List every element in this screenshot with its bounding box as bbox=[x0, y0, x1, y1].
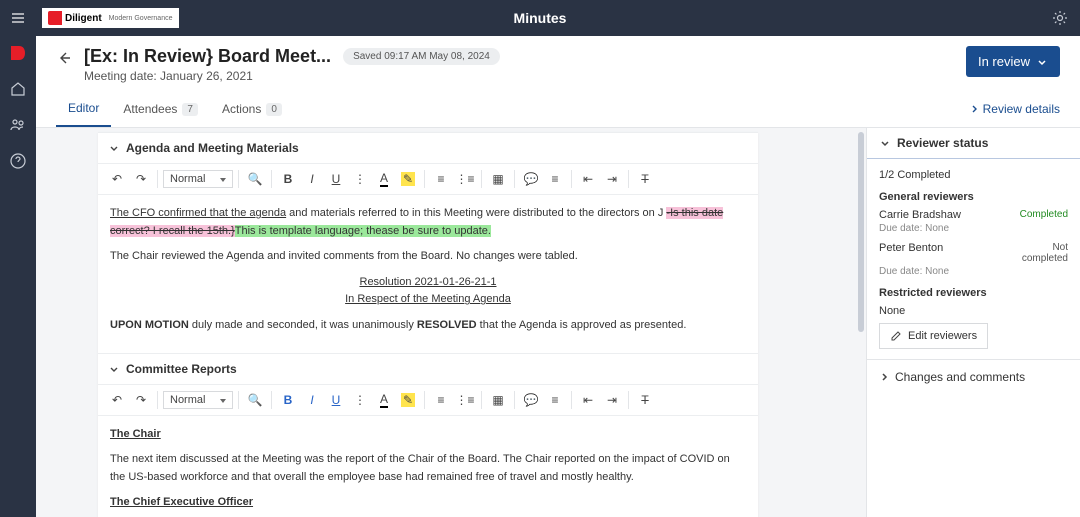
indent-button[interactable]: ⇥ bbox=[601, 168, 623, 190]
chevron-down-icon bbox=[108, 142, 120, 154]
settings-button[interactable] bbox=[1052, 10, 1068, 26]
bold-button[interactable]: B bbox=[277, 168, 299, 190]
redo-button[interactable]: ↷ bbox=[130, 389, 152, 411]
rail-help[interactable] bbox=[9, 152, 27, 170]
reviewer-due: Due date: None bbox=[879, 266, 1068, 277]
undo-button[interactable]: ↶ bbox=[106, 389, 128, 411]
table-button[interactable]: ▦ bbox=[487, 389, 509, 411]
left-rail bbox=[0, 36, 36, 517]
logo-text: Diligent bbox=[65, 13, 102, 24]
rail-people[interactable] bbox=[9, 116, 27, 134]
align-button[interactable]: ≡ bbox=[544, 389, 566, 411]
hamburger-icon bbox=[10, 10, 26, 26]
reviewer-name: Carrie Bradshaw bbox=[879, 209, 961, 221]
status-dropdown[interactable]: In review bbox=[966, 46, 1060, 77]
page-title: [Ex: In Review} Board Meet... bbox=[84, 46, 331, 67]
style-select[interactable]: Normal bbox=[163, 391, 233, 409]
app-title: Minutes bbox=[514, 10, 567, 26]
chevron-down-icon bbox=[1036, 56, 1048, 68]
rail-brand[interactable] bbox=[9, 44, 27, 62]
tab-editor[interactable]: Editor bbox=[56, 91, 111, 127]
chevron-right-icon bbox=[879, 372, 889, 382]
style-select[interactable]: Normal bbox=[163, 170, 233, 188]
italic-button[interactable]: I bbox=[301, 389, 323, 411]
menu-button[interactable] bbox=[0, 10, 36, 26]
pencil-icon bbox=[890, 330, 902, 342]
scrollbar-thumb[interactable] bbox=[858, 132, 864, 332]
bullet-list-button[interactable]: ⋮≡ bbox=[454, 168, 476, 190]
rail-home[interactable] bbox=[9, 80, 27, 98]
toolbar-1: ↶ ↷ Normal 🔍 B I U ⋮ A ✎ ≡ bbox=[98, 163, 758, 195]
chevron-right-icon bbox=[969, 104, 979, 114]
outdent-button[interactable]: ⇤ bbox=[577, 389, 599, 411]
section-agenda-header[interactable]: Agenda and Meeting Materials bbox=[98, 133, 758, 163]
changes-comments-toggle[interactable]: Changes and comments bbox=[867, 359, 1080, 394]
numbered-list-button[interactable]: ≡ bbox=[430, 389, 452, 411]
reviewer-name: Peter Benton bbox=[879, 242, 943, 264]
bullet-list-button[interactable]: ⋮≡ bbox=[454, 389, 476, 411]
logo-mark bbox=[48, 11, 62, 25]
chevron-down-icon bbox=[879, 137, 891, 149]
search-button[interactable]: 🔍 bbox=[244, 389, 266, 411]
redo-button[interactable]: ↷ bbox=[130, 168, 152, 190]
reviewer-status: Notcompleted bbox=[1022, 242, 1068, 264]
edit-reviewers-button[interactable]: Edit reviewers bbox=[879, 323, 988, 349]
indent-button[interactable]: ⇥ bbox=[601, 389, 623, 411]
numbered-list-button[interactable]: ≡ bbox=[430, 168, 452, 190]
reviewer-status: Completed bbox=[1020, 209, 1068, 221]
highlight-button[interactable]: ✎ bbox=[397, 389, 419, 411]
italic-button[interactable]: I bbox=[301, 168, 323, 190]
highlighted-note: This is template language; thease be sur… bbox=[235, 225, 491, 237]
logo: Diligent Modern Governance bbox=[42, 8, 179, 28]
side-panel: Reviewer status 1/2 Completed General re… bbox=[866, 128, 1080, 517]
font-color-button[interactable]: A bbox=[373, 168, 395, 190]
underline-button[interactable]: U bbox=[325, 168, 347, 190]
clear-format-button[interactable]: T bbox=[634, 168, 656, 190]
font-color-button[interactable]: A bbox=[373, 389, 395, 411]
tab-actions[interactable]: Actions0 bbox=[210, 92, 294, 126]
comment-button[interactable]: 💬 bbox=[520, 389, 542, 411]
more-format-button[interactable]: ⋮ bbox=[349, 168, 371, 190]
completion-count: 1/2 Completed bbox=[879, 169, 1068, 181]
attendees-count: 7 bbox=[182, 103, 198, 116]
editor-canvas[interactable]: Agenda and Meeting Materials ↶ ↷ Normal … bbox=[36, 128, 866, 517]
gear-icon bbox=[1052, 10, 1068, 26]
general-reviewers-heading: General reviewers bbox=[879, 191, 1068, 203]
tab-attendees[interactable]: Attendees7 bbox=[111, 92, 210, 126]
saved-badge: Saved 09:17 AM May 08, 2024 bbox=[343, 48, 500, 65]
section-agenda-body[interactable]: The CFO confirmed that the agenda and ma… bbox=[98, 195, 758, 353]
highlight-button[interactable]: ✎ bbox=[397, 168, 419, 190]
restricted-reviewers-heading: Restricted reviewers bbox=[879, 287, 1068, 299]
review-details-link[interactable]: Review details bbox=[969, 92, 1060, 126]
back-button[interactable] bbox=[56, 50, 72, 66]
undo-button[interactable]: ↶ bbox=[106, 168, 128, 190]
chevron-down-icon bbox=[108, 363, 120, 375]
section-committee-header[interactable]: Committee Reports bbox=[98, 354, 758, 384]
underline-button[interactable]: U bbox=[325, 389, 347, 411]
comment-button[interactable]: 💬 bbox=[520, 168, 542, 190]
reviewer-due: Due date: None bbox=[879, 223, 1068, 234]
clear-format-button[interactable]: T bbox=[634, 389, 656, 411]
search-button[interactable]: 🔍 bbox=[244, 168, 266, 190]
logo-tagline: Modern Governance bbox=[109, 15, 173, 22]
status-label: In review bbox=[978, 54, 1030, 69]
more-format-button[interactable]: ⋮ bbox=[349, 389, 371, 411]
actions-count: 0 bbox=[266, 103, 282, 116]
toolbar-2: ↶ ↷ Normal 🔍 B I U ⋮ A ✎ ≡ bbox=[98, 384, 758, 416]
bold-button[interactable]: B bbox=[277, 389, 299, 411]
meeting-date: Meeting date: January 26, 2021 bbox=[84, 69, 966, 83]
align-button[interactable]: ≡ bbox=[544, 168, 566, 190]
restricted-none: None bbox=[879, 305, 1068, 317]
reviewer-status-toggle[interactable]: Reviewer status bbox=[866, 128, 1080, 159]
section-committee-body[interactable]: The Chair The next item discussed at the… bbox=[98, 416, 758, 517]
table-button[interactable]: ▦ bbox=[487, 168, 509, 190]
outdent-button[interactable]: ⇤ bbox=[577, 168, 599, 190]
back-arrow-icon bbox=[56, 50, 72, 66]
